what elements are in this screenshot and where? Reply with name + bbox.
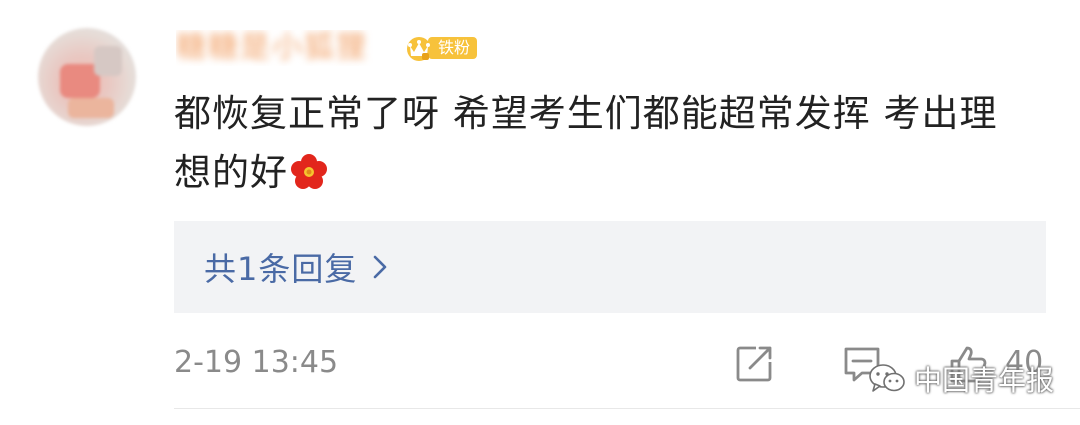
comment-body: 都恢复正常了呀 希望考生们都能超常发挥 考出理想的好 — [174, 84, 1034, 202]
avatar[interactable] — [38, 28, 136, 126]
comment-timestamp: 2-19 13:45 — [174, 345, 339, 380]
flower-emoji — [291, 154, 327, 189]
username[interactable]: 糖糖是小狐狸 — [176, 30, 396, 66]
view-replies-label: 共1条回复 — [204, 250, 358, 288]
chevron-right-icon — [374, 255, 387, 279]
wechat-icon — [869, 364, 905, 392]
fan-badge[interactable]: 铁粉 — [402, 34, 478, 62]
share-icon[interactable] — [734, 344, 774, 384]
watermark-text: 中国青年报 — [914, 364, 1055, 397]
avatar-blur-region — [94, 46, 122, 76]
crown-icon — [407, 37, 431, 61]
divider — [174, 408, 1080, 409]
watermark: 中国青年报 — [868, 359, 1054, 399]
username-text: 糖糖是小狐狸 — [176, 30, 368, 65]
avatar-blur-region — [68, 98, 114, 118]
view-replies-button[interactable]: 共1条回复 — [174, 221, 1046, 313]
